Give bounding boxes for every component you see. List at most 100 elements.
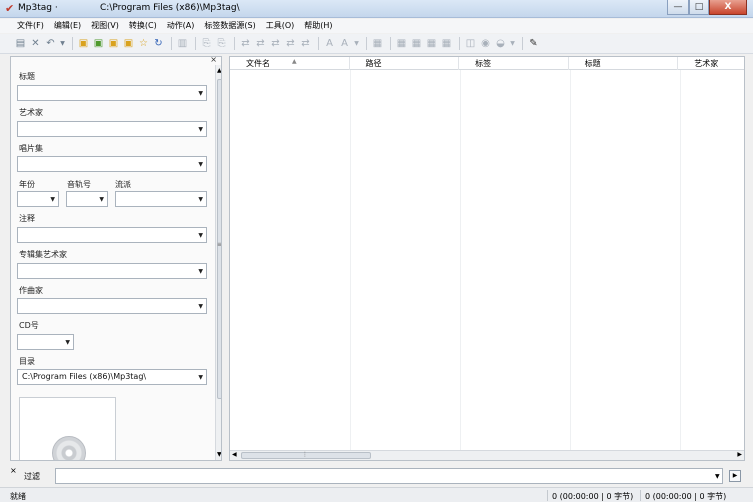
chevron-down-icon[interactable]: ▼ — [198, 90, 203, 97]
sort-arrow-icon: ▲ — [292, 58, 297, 65]
menu-view[interactable]: 视图(V) — [86, 19, 124, 33]
toolbar-separator — [318, 37, 319, 50]
favorites-star-icon[interactable]: ☆ — [137, 37, 150, 50]
change-directory-icon[interactable]: ▣ — [77, 37, 90, 50]
chevron-down-icon[interactable]: ▼ — [99, 196, 104, 203]
directory-field[interactable]: C:\Program Files (x86)\Mp3tag\ ▼ — [17, 369, 207, 385]
copy-tag-icon[interactable]: ⎘ — [200, 37, 213, 50]
file-list-header: 文件名 ▲ 路径 标签 标题 艺术家 — [230, 57, 744, 70]
paste-tag-icon[interactable]: ⎘ — [215, 37, 228, 50]
extended-tags-icon[interactable]: ▥ — [176, 37, 189, 50]
chevron-down-icon[interactable]: ▼ — [198, 268, 203, 275]
remove-tag-icon[interactable]: ✕ — [29, 37, 42, 50]
tag-tag-icon[interactable]: ⇄ — [299, 37, 312, 50]
tag-panel-header: × — [11, 57, 221, 65]
chevron-down-icon[interactable]: ▼ — [198, 232, 203, 239]
menu-tools[interactable]: 工具(O) — [261, 19, 300, 33]
export-icon[interactable]: ▦ — [371, 37, 384, 50]
actions-dropdown-icon[interactable]: ▼ — [353, 37, 360, 50]
autonumber-icon[interactable]: A — [323, 37, 336, 50]
menu-actions[interactable]: 动作(A) — [162, 19, 200, 33]
cover-art-box[interactable] — [19, 397, 116, 460]
playlist-new-icon[interactable]: ▦ — [440, 37, 453, 50]
playlist-selected-icon[interactable]: ▦ — [410, 37, 423, 50]
composer-field[interactable]: ▼ — [17, 298, 207, 314]
scroll-up-icon[interactable]: ▲ — [217, 67, 221, 74]
add-directory-icon[interactable]: ▣ — [92, 37, 105, 50]
cd-disc-icon — [52, 436, 86, 460]
web-sources-icon[interactable]: ◒ — [494, 37, 507, 50]
column-divider — [460, 70, 461, 450]
column-divider — [570, 70, 571, 450]
status-total: 0 (00:00:00 | 0 字节) — [645, 492, 727, 501]
filename-filename-icon[interactable]: ⇄ — [269, 37, 282, 50]
chevron-down-icon[interactable]: ▼ — [715, 473, 720, 480]
menu-tag-sources[interactable]: 标签数据源(S) — [199, 19, 260, 33]
tag-panel-scrollbar[interactable]: ▲ ≡ ▼ — [215, 65, 221, 460]
filter-input[interactable] — [55, 468, 723, 484]
mp3tag-app-icon[interactable]: ✔ — [5, 3, 16, 14]
column-tag[interactable]: 标签 — [459, 57, 569, 70]
file-list-hscrollbar[interactable]: ◀ ⋮ ▶ — [230, 450, 744, 460]
save-icon[interactable]: ▤ — [14, 37, 27, 50]
title-field[interactable]: ▼ — [17, 85, 207, 101]
undo-dropdown-icon[interactable]: ▼ — [59, 37, 66, 50]
actions-icon[interactable]: A — [338, 37, 351, 50]
settings-wrench-icon[interactable]: ✎ — [527, 37, 540, 50]
scroll-left-icon[interactable]: ◀ — [232, 451, 237, 458]
favorites-folder-icon[interactable]: ▣ — [122, 37, 135, 50]
undo-icon[interactable]: ↶ — [44, 37, 57, 50]
genre-field[interactable]: ▼ — [115, 191, 207, 207]
toolbar-separator — [390, 37, 391, 50]
close-button[interactable]: X — [709, 0, 747, 15]
column-artist[interactable]: 艺术家 — [678, 57, 744, 70]
artist-field[interactable]: ▼ — [17, 121, 207, 137]
chevron-down-icon[interactable]: ▼ — [65, 339, 70, 346]
app-name: Mp3tag · — [18, 3, 58, 13]
year-field[interactable]: ▼ — [17, 191, 59, 207]
disc-number-field[interactable]: ▼ — [17, 334, 74, 350]
text-file-tag-icon[interactable]: ⇄ — [284, 37, 297, 50]
column-filename[interactable]: 文件名 ▲ — [230, 57, 350, 70]
window-controls: — □ X — [667, 0, 747, 15]
chevron-down-icon[interactable]: ▼ — [198, 126, 203, 133]
toolbar-separator — [522, 37, 523, 50]
scroll-down-icon[interactable]: ▼ — [217, 451, 221, 458]
file-list[interactable]: 文件名 ▲ 路径 标签 标题 艺术家 ◀ ⋮ ▶ — [229, 56, 745, 461]
filter-go-button[interactable]: ▶ — [729, 470, 741, 482]
discogs-icon[interactable]: ◉ — [479, 37, 492, 50]
chevron-down-icon[interactable]: ▼ — [50, 196, 55, 203]
album-field[interactable]: ▼ — [17, 156, 207, 172]
filter-close-icon[interactable]: × — [10, 466, 17, 475]
scroll-right-icon[interactable]: ▶ — [737, 451, 742, 458]
menu-help[interactable]: 帮助(H) — [299, 19, 337, 33]
chevron-down-icon[interactable]: ▼ — [198, 196, 203, 203]
chevron-down-icon[interactable]: ▼ — [198, 161, 203, 168]
minimize-button[interactable]: — — [667, 0, 689, 15]
toolbar-separator — [234, 37, 235, 50]
maximize-button[interactable]: □ — [689, 0, 709, 15]
filename-tag-icon[interactable]: ⇄ — [254, 37, 267, 50]
playlist-icon[interactable]: ▦ — [395, 37, 408, 50]
tag-filename-icon[interactable]: ⇄ — [239, 37, 252, 50]
scrollbar-thumb[interactable] — [217, 79, 221, 399]
window-title-path: C:\Program Files (x86)\Mp3tag\ — [100, 3, 240, 13]
menu-file[interactable]: 文件(F) — [12, 19, 49, 33]
chevron-down-icon[interactable]: ▼ — [198, 374, 203, 381]
menu-convert[interactable]: 转换(C) — [124, 19, 162, 33]
album-artist-field[interactable]: ▼ — [17, 263, 207, 279]
menu-bar: 文件(F) 编辑(E) 视图(V) 转换(C) 动作(A) 标签数据源(S) 工… — [0, 19, 753, 33]
comment-field[interactable]: ▼ — [17, 227, 207, 243]
refresh-icon[interactable]: ↻ — [152, 37, 165, 50]
track-field[interactable]: ▼ — [66, 191, 108, 207]
artist-label: 艺术家 — [19, 108, 43, 117]
open-folder-icon[interactable]: ▣ — [107, 37, 120, 50]
sources-dropdown-icon[interactable]: ▼ — [509, 37, 516, 50]
column-path[interactable]: 路径 — [350, 57, 460, 70]
column-title[interactable]: 标题 — [569, 57, 679, 70]
panel-close-icon[interactable]: × — [210, 57, 217, 64]
menu-edit[interactable]: 编辑(E) — [49, 19, 86, 33]
chevron-down-icon[interactable]: ▼ — [198, 303, 203, 310]
freedb-icon[interactable]: ◫ — [464, 37, 477, 50]
playlist-all-icon[interactable]: ▦ — [425, 37, 438, 50]
